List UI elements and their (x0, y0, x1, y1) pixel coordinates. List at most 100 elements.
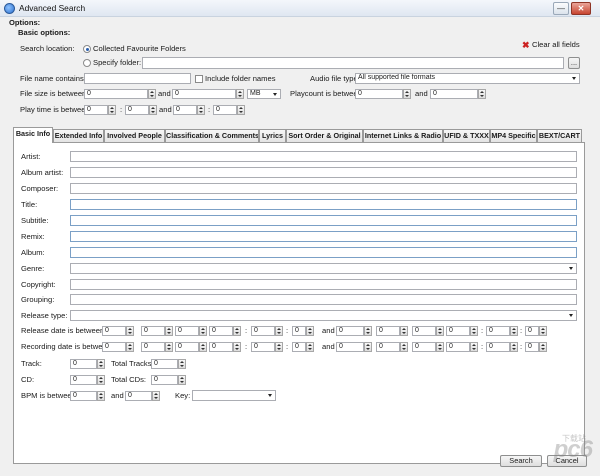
close-button[interactable]: ✕ (571, 2, 591, 15)
recording-to-month[interactable]: 0 (376, 342, 400, 352)
recording-from-hour[interactable]: 0 (209, 342, 233, 352)
grouping-input[interactable] (70, 294, 577, 305)
artist-input[interactable] (70, 151, 577, 162)
collected-folders-radio[interactable] (83, 45, 91, 53)
release-from-hour[interactable]: 0 (209, 326, 233, 336)
recording-to-year[interactable]: 0 (336, 342, 364, 352)
tab-ufid-txxx[interactable]: UFID & TXXX (443, 129, 490, 142)
release-from-day[interactable]: 0 (175, 326, 199, 336)
file-name-input[interactable] (84, 73, 191, 84)
subtitle-input[interactable] (70, 215, 577, 226)
specify-folder-radio[interactable] (83, 59, 91, 67)
release-from-sec[interactable]: 0 (292, 326, 306, 336)
track-input[interactable]: 0 (70, 359, 97, 369)
release-type-select[interactable] (70, 310, 577, 321)
release-to-sec[interactable]: 0 (525, 326, 539, 336)
recording-from-sec[interactable]: 0 (292, 342, 306, 352)
recording-from-year-stepper[interactable] (126, 342, 134, 352)
file-size-to-input[interactable]: 0 (172, 89, 236, 99)
release-from-month-stepper[interactable] (165, 326, 173, 336)
play-time-from-min-stepper[interactable] (108, 105, 116, 115)
album-input[interactable] (70, 247, 577, 258)
recording-to-hour-stepper[interactable] (470, 342, 478, 352)
recording-from-month-stepper[interactable] (165, 342, 173, 352)
release-to-min[interactable]: 0 (486, 326, 510, 336)
tab-sort-order[interactable]: Sort Order & Original (286, 129, 363, 142)
bpm-from-stepper[interactable] (97, 391, 105, 401)
recording-to-hour[interactable]: 0 (446, 342, 470, 352)
release-to-year-stepper[interactable] (364, 326, 372, 336)
tab-classification[interactable]: Classification & Comments (165, 129, 259, 142)
recording-from-day[interactable]: 0 (175, 342, 199, 352)
play-time-from-sec[interactable]: 0 (125, 105, 149, 115)
title-input[interactable] (70, 199, 577, 210)
composer-input[interactable] (70, 183, 577, 194)
bpm-to-stepper[interactable] (152, 391, 160, 401)
recording-from-year[interactable]: 0 (102, 342, 126, 352)
recording-to-sec-stepper[interactable] (539, 342, 547, 352)
recording-to-min-stepper[interactable] (510, 342, 518, 352)
release-from-day-stepper[interactable] (199, 326, 207, 336)
bpm-to-input[interactable]: 0 (125, 391, 152, 401)
browse-folder-button[interactable]: ... (568, 57, 580, 69)
release-to-sec-stepper[interactable] (539, 326, 547, 336)
clear-all-fields-link[interactable]: Clear all fields (532, 40, 580, 50)
audio-file-type-select[interactable]: All supported file formats (355, 73, 580, 84)
total-cds-stepper[interactable] (178, 375, 186, 385)
play-time-from-sec-stepper[interactable] (149, 105, 157, 115)
recording-to-day-stepper[interactable] (436, 342, 444, 352)
track-stepper[interactable] (97, 359, 105, 369)
size-unit-select[interactable]: MB (247, 89, 281, 99)
total-tracks-stepper[interactable] (178, 359, 186, 369)
release-from-min-stepper[interactable] (275, 326, 283, 336)
release-from-year[interactable]: 0 (102, 326, 126, 336)
tab-mp4-specific[interactable]: MP4 Specific (490, 129, 537, 142)
cd-input[interactable]: 0 (70, 375, 97, 385)
play-time-to-min[interactable]: 0 (173, 105, 197, 115)
play-time-to-min-stepper[interactable] (197, 105, 205, 115)
file-size-to-stepper[interactable] (236, 89, 244, 99)
file-size-from-stepper[interactable] (148, 89, 156, 99)
release-from-min[interactable]: 0 (251, 326, 275, 336)
total-cds-input[interactable]: 0 (151, 375, 178, 385)
recording-to-month-stepper[interactable] (400, 342, 408, 352)
release-to-hour-stepper[interactable] (470, 326, 478, 336)
playcount-from-input[interactable]: 0 (355, 89, 403, 99)
release-to-day-stepper[interactable] (436, 326, 444, 336)
recording-to-day[interactable]: 0 (412, 342, 436, 352)
recording-from-min-stepper[interactable] (275, 342, 283, 352)
release-from-sec-stepper[interactable] (306, 326, 314, 336)
recording-to-year-stepper[interactable] (364, 342, 372, 352)
recording-to-min[interactable]: 0 (486, 342, 510, 352)
play-time-from-min[interactable]: 0 (84, 105, 108, 115)
tab-involved-people[interactable]: Involved People (104, 129, 165, 142)
tab-extended-info[interactable]: Extended Info (53, 129, 104, 142)
release-from-hour-stepper[interactable] (233, 326, 241, 336)
include-folder-checkbox[interactable] (195, 75, 203, 83)
clear-icon[interactable]: ✖ (522, 40, 530, 50)
play-time-to-sec[interactable]: 0 (213, 105, 237, 115)
minimize-button[interactable]: — (553, 2, 569, 15)
search-button[interactable]: Search (500, 455, 542, 467)
copyright-input[interactable] (70, 279, 577, 290)
release-to-hour[interactable]: 0 (446, 326, 470, 336)
release-to-month-stepper[interactable] (400, 326, 408, 336)
recording-from-min[interactable]: 0 (251, 342, 275, 352)
recording-to-sec[interactable]: 0 (525, 342, 539, 352)
tab-basic-info[interactable]: Basic Info (13, 127, 53, 143)
release-to-year[interactable]: 0 (336, 326, 364, 336)
total-tracks-input[interactable]: 0 (151, 359, 178, 369)
release-from-year-stepper[interactable] (126, 326, 134, 336)
playcount-to-input[interactable]: 0 (430, 89, 478, 99)
play-time-to-sec-stepper[interactable] (237, 105, 245, 115)
remix-input[interactable] (70, 231, 577, 242)
bpm-from-input[interactable]: 0 (70, 391, 97, 401)
recording-from-sec-stepper[interactable] (306, 342, 314, 352)
playcount-to-stepper[interactable] (478, 89, 486, 99)
playcount-from-stepper[interactable] (403, 89, 411, 99)
cd-stepper[interactable] (97, 375, 105, 385)
release-to-day[interactable]: 0 (412, 326, 436, 336)
release-to-month[interactable]: 0 (376, 326, 400, 336)
recording-from-month[interactable]: 0 (141, 342, 165, 352)
specify-folder-input[interactable] (142, 57, 564, 69)
